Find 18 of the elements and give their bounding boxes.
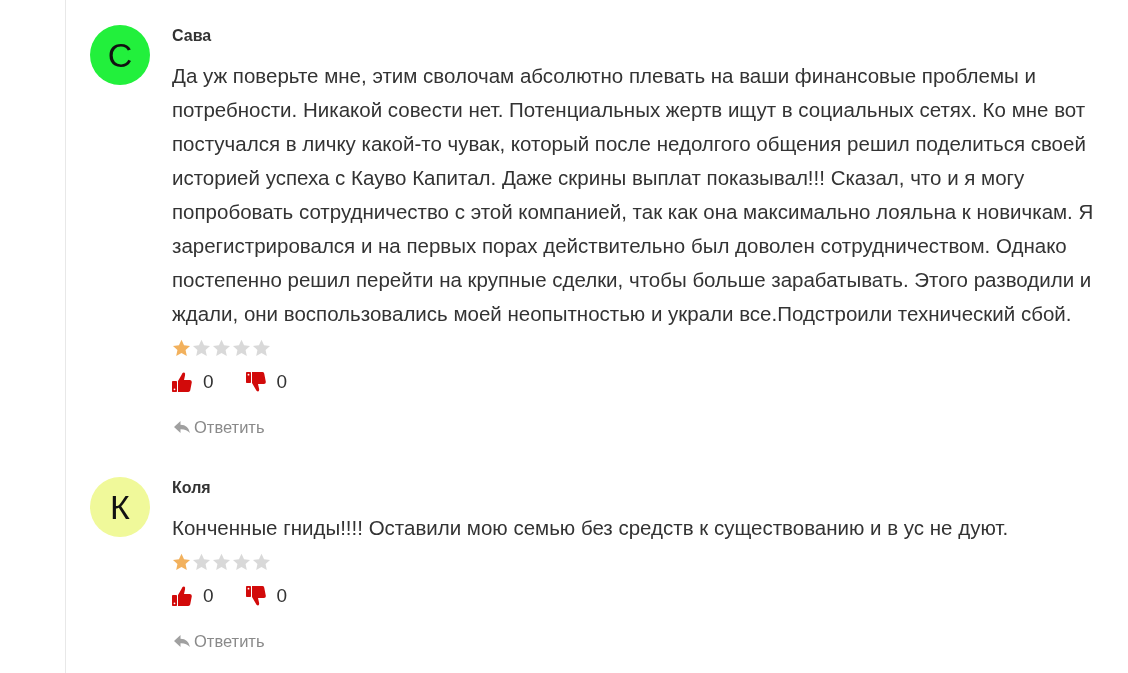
dislike-button[interactable]: 0 [245,371,288,393]
author-name: Коля [172,478,211,498]
author-name: Сава [172,26,212,46]
filled-star-icon [172,338,191,357]
avatar: С [90,25,150,85]
thumbs-up-icon [172,372,192,392]
avatar: К [90,477,150,537]
thumbs-down-icon [245,372,266,392]
like-button[interactable]: 0 [172,585,214,607]
comment-text: Да уж поверьте мне, этим сволочам абсолютно плевать на ваши финансовые проблемы и потребности. Никакой совести нет. Потенциальных жертв ищут в социальных сетях. Ко мне вот постучался в личку какой-то чувак, который после недолгого общения решил поделиться своей историей успеха с Кауво Капитал. Даже скрины выплат показывал!!! Сказал, что и я могу попробовать сотрудничество с этой компанией, так как она максимально лояльна к новичкам. Я зарегистрировался и на первых порах действительно был доволен сотрудничеством. Однако постепенно решил перейти на крупные сделки, чтобы больше зарабатывать. Этого разводили и ждали, они воспользовались моей неопытностью и украли все.Подстроили технический сбой. [172,63,1095,327]
filled-star-icon [172,552,191,571]
dislike-button[interactable]: 0 [245,585,288,607]
comment-text: Конченные гниды!!!! Оставили мою семью без средств к существованию и в ус не дуют. [172,515,1009,541]
thumbs-up-icon [172,586,192,606]
reply-icon [174,635,190,647]
reply-icon [174,421,190,433]
like-button[interactable]: 0 [172,371,214,393]
thumbs-down-icon [245,586,266,606]
